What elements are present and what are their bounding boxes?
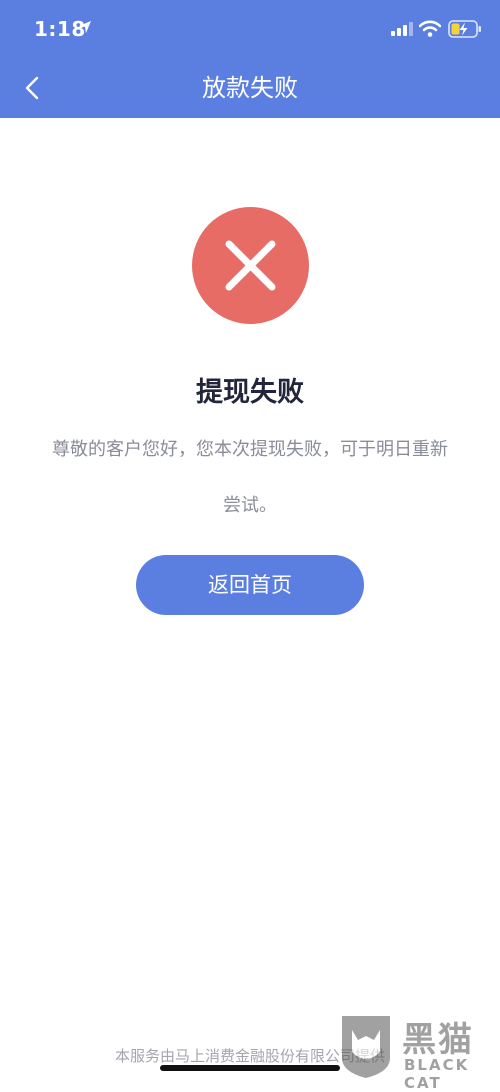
home-indicator[interactable] bbox=[160, 1065, 340, 1071]
back-button[interactable] bbox=[14, 70, 50, 106]
watermark-brand: 黑猫 bbox=[402, 1020, 474, 1060]
header: 1:18 放款失败 bbox=[0, 0, 500, 118]
battery-charging-icon bbox=[448, 20, 481, 38]
chevron-left-icon bbox=[25, 76, 39, 100]
close-icon bbox=[192, 207, 309, 324]
back-to-home-button[interactable]: 返回首页 bbox=[136, 555, 364, 615]
cat-logo-icon bbox=[342, 1016, 390, 1078]
watermark: 黑猫 BLACK CAT bbox=[336, 1012, 496, 1092]
result-title: 提现失败 bbox=[196, 377, 304, 408]
nav-bar: 放款失败 bbox=[0, 60, 500, 118]
location-arrow-icon bbox=[79, 21, 91, 33]
wifi-icon bbox=[419, 20, 441, 37]
page-title: 放款失败 bbox=[202, 74, 298, 102]
watermark-sub: BLACK CAT bbox=[404, 1056, 470, 1092]
result-message: 尊敬的客户您好，您本次提现失败，可于明日重新尝试。 bbox=[52, 439, 448, 516]
status-bar: 1:18 bbox=[0, 0, 500, 60]
signal-icon bbox=[391, 22, 413, 36]
